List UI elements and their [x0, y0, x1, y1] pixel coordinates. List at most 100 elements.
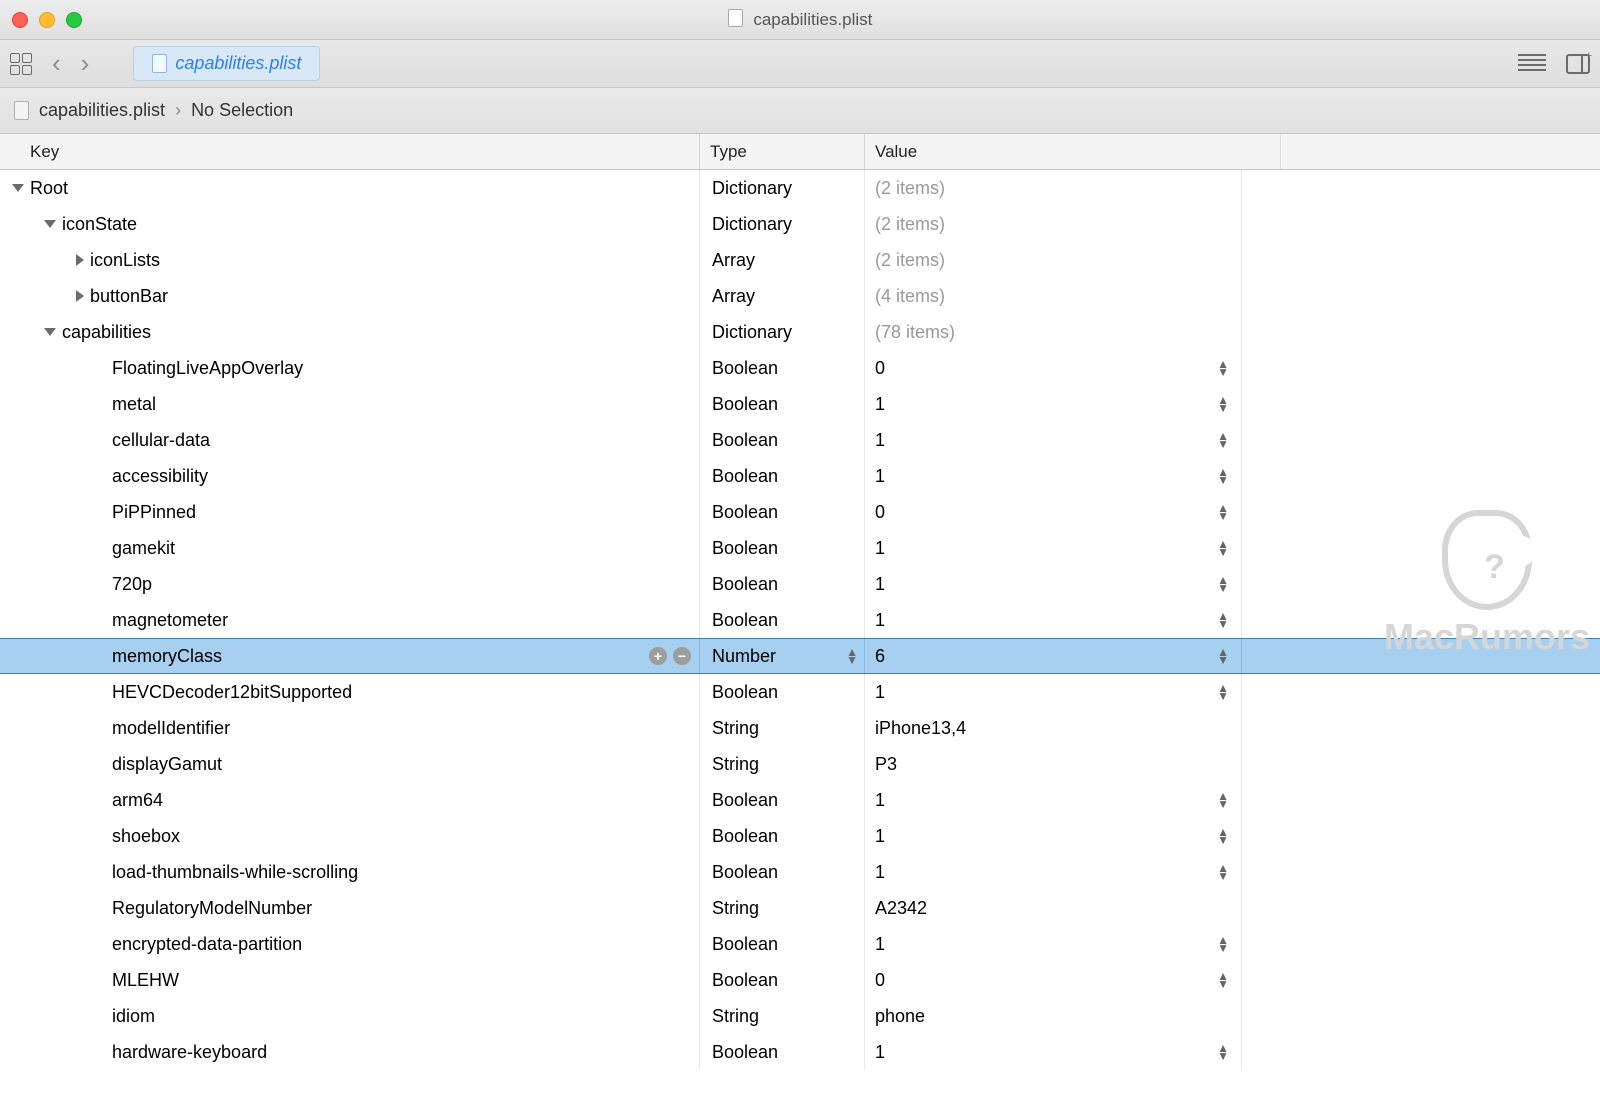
value-stepper-icon[interactable]: ▲▼: [1213, 468, 1233, 484]
cell-key[interactable]: magnetometer: [0, 602, 700, 638]
cell-key[interactable]: modelIdentifier: [0, 710, 700, 746]
table-row[interactable]: 720pBoolean1▲▼: [0, 566, 1600, 602]
column-type[interactable]: Type: [700, 134, 865, 169]
cell-value[interactable]: P3: [865, 746, 1242, 782]
cell-key[interactable]: encrypted-data-partition: [0, 926, 700, 962]
cell-type[interactable]: Boolean: [700, 386, 865, 422]
value-stepper-icon[interactable]: ▲▼: [1213, 396, 1233, 412]
breadcrumb[interactable]: capabilities.plist › No Selection: [0, 88, 1600, 134]
value-stepper-icon[interactable]: ▲▼: [1213, 360, 1233, 376]
cell-key[interactable]: shoebox: [0, 818, 700, 854]
table-row[interactable]: displayGamutStringP3: [0, 746, 1600, 782]
cell-value[interactable]: 0▲▼: [865, 962, 1242, 998]
cell-type[interactable]: String: [700, 746, 865, 782]
cell-key[interactable]: iconLists: [0, 242, 700, 278]
table-row[interactable]: hardware-keyboardBoolean1▲▼: [0, 1034, 1600, 1070]
cell-key[interactable]: HEVCDecoder12bitSupported: [0, 674, 700, 710]
column-value[interactable]: Value: [865, 134, 1280, 169]
table-row[interactable]: RegulatoryModelNumberStringA2342: [0, 890, 1600, 926]
cell-type[interactable]: Number▲▼: [700, 639, 865, 673]
navigator-grid-icon[interactable]: [10, 53, 32, 75]
table-row[interactable]: capabilitiesDictionary(78 items): [0, 314, 1600, 350]
value-stepper-icon[interactable]: ▲▼: [1213, 972, 1233, 988]
value-stepper-icon[interactable]: ▲▼: [1213, 648, 1233, 664]
disclosure-triangle-icon[interactable]: [12, 184, 24, 192]
cell-type[interactable]: Array: [700, 242, 865, 278]
cell-key[interactable]: FloatingLiveAppOverlay: [0, 350, 700, 386]
value-stepper-icon[interactable]: ▲▼: [1213, 576, 1233, 592]
cell-type[interactable]: Boolean: [700, 674, 865, 710]
cell-type[interactable]: Boolean: [700, 602, 865, 638]
cell-type[interactable]: Array: [700, 278, 865, 314]
table-row[interactable]: MLEHWBoolean0▲▼: [0, 962, 1600, 998]
cell-value[interactable]: 0▲▼: [865, 350, 1242, 386]
forward-arrow-icon[interactable]: ›: [75, 48, 96, 79]
table-row[interactable]: metalBoolean1▲▼: [0, 386, 1600, 422]
cell-key[interactable]: capabilities: [0, 314, 700, 350]
cell-type[interactable]: Boolean: [700, 782, 865, 818]
table-row[interactable]: RootDictionary(2 items): [0, 170, 1600, 206]
cell-key[interactable]: idiom: [0, 998, 700, 1034]
cell-value[interactable]: 1▲▼: [865, 458, 1242, 494]
toggle-panel-icon[interactable]: +: [1566, 54, 1590, 74]
cell-key[interactable]: Root: [0, 170, 700, 206]
cell-value[interactable]: 1▲▼: [865, 566, 1242, 602]
cell-key[interactable]: arm64: [0, 782, 700, 818]
cell-type[interactable]: Boolean: [700, 350, 865, 386]
back-arrow-icon[interactable]: ‹: [46, 48, 67, 79]
table-row[interactable]: accessibilityBoolean1▲▼: [0, 458, 1600, 494]
cell-value[interactable]: (2 items): [865, 242, 1242, 278]
table-row[interactable]: idiomStringphone: [0, 998, 1600, 1034]
table-row[interactable]: PiPPinnedBoolean0▲▼: [0, 494, 1600, 530]
cell-key[interactable]: 720p: [0, 566, 700, 602]
cell-type[interactable]: Boolean: [700, 494, 865, 530]
cell-value[interactable]: 1▲▼: [865, 926, 1242, 962]
cell-key[interactable]: PiPPinned: [0, 494, 700, 530]
cell-value[interactable]: (2 items): [865, 170, 1242, 206]
disclosure-triangle-icon[interactable]: [44, 220, 56, 228]
cell-key[interactable]: cellular-data: [0, 422, 700, 458]
cell-type[interactable]: Dictionary: [700, 206, 865, 242]
cell-value[interactable]: (78 items): [865, 314, 1242, 350]
table-row[interactable]: arm64Boolean1▲▼: [0, 782, 1600, 818]
value-stepper-icon[interactable]: ▲▼: [1213, 612, 1233, 628]
cell-value[interactable]: (4 items): [865, 278, 1242, 314]
value-stepper-icon[interactable]: ▲▼: [1213, 540, 1233, 556]
cell-value[interactable]: phone: [865, 998, 1242, 1034]
cell-value[interactable]: 1▲▼: [865, 386, 1242, 422]
cell-value[interactable]: 1▲▼: [865, 422, 1242, 458]
cell-type[interactable]: Boolean: [700, 818, 865, 854]
cell-key[interactable]: MLEHW: [0, 962, 700, 998]
cell-value[interactable]: 1▲▼: [865, 854, 1242, 890]
value-stepper-icon[interactable]: ▲▼: [1213, 1044, 1233, 1060]
cell-value[interactable]: 1▲▼: [865, 1034, 1242, 1070]
table-row[interactable]: iconListsArray(2 items): [0, 242, 1600, 278]
cell-value[interactable]: A2342: [865, 890, 1242, 926]
cell-key[interactable]: gamekit: [0, 530, 700, 566]
table-row[interactable]: shoeboxBoolean1▲▼: [0, 818, 1600, 854]
cell-value[interactable]: 6▲▼: [865, 639, 1242, 673]
value-stepper-icon[interactable]: ▲▼: [1213, 864, 1233, 880]
cell-key[interactable]: buttonBar: [0, 278, 700, 314]
cell-key[interactable]: iconState: [0, 206, 700, 242]
table-row[interactable]: encrypted-data-partitionBoolean1▲▼: [0, 926, 1600, 962]
cell-value[interactable]: 0▲▼: [865, 494, 1242, 530]
list-view-icon[interactable]: [1518, 54, 1546, 72]
value-stepper-icon[interactable]: ▲▼: [1213, 792, 1233, 808]
cell-type[interactable]: Boolean: [700, 422, 865, 458]
value-stepper-icon[interactable]: ▲▼: [1213, 684, 1233, 700]
tab-file[interactable]: capabilities.plist: [133, 46, 320, 81]
table-row[interactable]: FloatingLiveAppOverlayBoolean0▲▼: [0, 350, 1600, 386]
cell-key[interactable]: hardware-keyboard: [0, 1034, 700, 1070]
cell-value[interactable]: 1▲▼: [865, 602, 1242, 638]
table-row[interactable]: cellular-dataBoolean1▲▼: [0, 422, 1600, 458]
type-stepper-icon[interactable]: ▲▼: [846, 648, 858, 664]
cell-value[interactable]: 1▲▼: [865, 818, 1242, 854]
disclosure-triangle-icon[interactable]: [44, 328, 56, 336]
cell-key[interactable]: accessibility: [0, 458, 700, 494]
cell-key[interactable]: displayGamut: [0, 746, 700, 782]
disclosure-triangle-icon[interactable]: [76, 290, 84, 302]
cell-type[interactable]: Boolean: [700, 854, 865, 890]
cell-type[interactable]: String: [700, 710, 865, 746]
table-row[interactable]: memoryClass+−Number▲▼6▲▼: [0, 638, 1600, 674]
